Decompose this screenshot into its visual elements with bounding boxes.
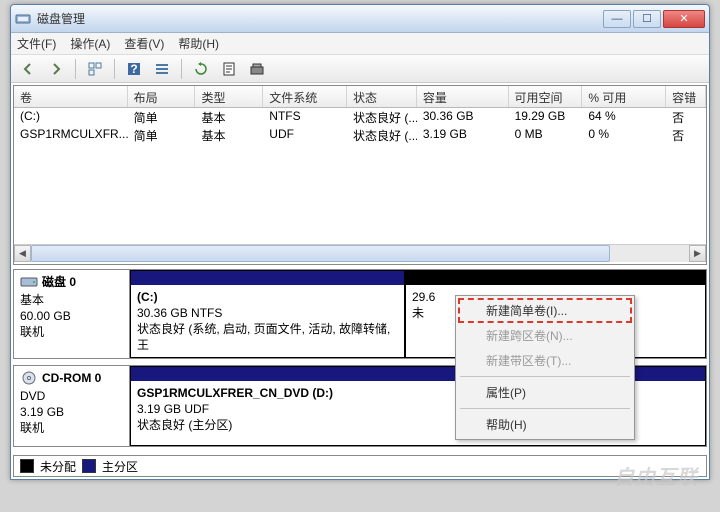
cell-layout: 简单	[128, 126, 196, 144]
cell-fs: UDF	[263, 126, 347, 144]
cell-fault: 否	[666, 126, 706, 144]
cell-capacity: 3.19 GB	[417, 126, 509, 144]
volume-table: 卷 布局 类型 文件系统 状态 容量 可用空间 % 可用 容错 (C:) 简单 …	[13, 85, 707, 265]
menu-new-spanned-volume[interactable]: 新建跨区卷(N)...	[458, 323, 632, 348]
volume-block-c[interactable]: (C:) 30.36 GB NTFS 状态良好 (系统, 启动, 页面文件, 活…	[130, 270, 405, 358]
col-pct[interactable]: % 可用	[582, 86, 666, 107]
app-icon	[15, 11, 31, 27]
view-list-button[interactable]	[151, 58, 173, 80]
volume-name: (C:)	[137, 289, 398, 305]
menu-new-simple-volume[interactable]: 新建简单卷(I)...	[458, 298, 632, 323]
col-status[interactable]: 状态	[347, 86, 417, 107]
refresh-button[interactable]	[190, 58, 212, 80]
forward-button[interactable]	[45, 58, 67, 80]
cell-fault: 否	[666, 108, 706, 126]
menubar: 文件(F) 操作(A) 查看(V) 帮助(H)	[11, 33, 709, 55]
menu-separator	[460, 376, 630, 377]
toolbar-separator	[181, 59, 182, 79]
cell-free: 0 MB	[509, 126, 583, 144]
col-layout[interactable]: 布局	[128, 86, 196, 107]
window-buttons: — ☐ ✕	[603, 10, 705, 28]
disk-label[interactable]: 磁盘 0 基本 60.00 GB 联机	[14, 270, 130, 358]
cell-status: 状态良好 (...	[347, 126, 417, 144]
scroll-right-button[interactable]: ▶	[689, 245, 706, 262]
maximize-button[interactable]: ☐	[633, 10, 661, 28]
disk-label[interactable]: CD-ROM 0 DVD 3.19 GB 联机	[14, 366, 130, 446]
toolbar-separator	[114, 59, 115, 79]
properties-button[interactable]	[218, 58, 240, 80]
volume-size: 30.36 GB NTFS	[137, 305, 398, 321]
cdrom-icon	[20, 371, 38, 385]
legend: 未分配 主分区	[13, 455, 707, 477]
table-row[interactable]: (C:) 简单 基本 NTFS 状态良好 (... 30.36 GB 19.29…	[14, 108, 706, 126]
disk-title: 磁盘 0	[42, 274, 76, 290]
table-body: (C:) 简单 基本 NTFS 状态良好 (... 30.36 GB 19.29…	[14, 108, 706, 244]
col-fault[interactable]: 容错	[666, 86, 706, 107]
window-title: 磁盘管理	[37, 10, 603, 27]
cell-fs: NTFS	[263, 108, 347, 126]
col-fs[interactable]: 文件系统	[263, 86, 347, 107]
svg-text:?: ?	[130, 62, 137, 76]
menu-help[interactable]: 帮助(H)	[178, 35, 219, 52]
disk-state: 联机	[20, 420, 123, 436]
col-capacity[interactable]: 容量	[417, 86, 509, 107]
scroll-thumb[interactable]	[31, 245, 610, 262]
col-free[interactable]: 可用空间	[509, 86, 583, 107]
close-button[interactable]: ✕	[663, 10, 705, 28]
table-row[interactable]: GSP1RMCULXFR... 简单 基本 UDF 状态良好 (... 3.19…	[14, 126, 706, 144]
disk-type: DVD	[20, 388, 123, 404]
menu-help[interactable]: 帮助(H)	[458, 412, 632, 437]
disk-size: 3.19 GB	[20, 404, 123, 420]
col-type[interactable]: 类型	[195, 86, 263, 107]
col-volume[interactable]: 卷	[14, 86, 128, 107]
disk-icon	[20, 275, 38, 289]
horizontal-scrollbar[interactable]: ◀ ▶	[14, 244, 706, 262]
scroll-left-button[interactable]: ◀	[14, 245, 31, 262]
cell-status: 状态良好 (...	[347, 108, 417, 126]
cell-volume: GSP1RMCULXFR...	[14, 126, 128, 144]
cell-type: 基本	[195, 108, 263, 126]
legend-label-primary: 主分区	[102, 458, 138, 475]
settings-button[interactable]	[246, 58, 268, 80]
cell-layout: 简单	[128, 108, 196, 126]
titlebar: 磁盘管理 — ☐ ✕	[11, 5, 709, 33]
toolbar: ?	[11, 55, 709, 83]
toolbar-separator	[75, 59, 76, 79]
legend-swatch-unallocated	[20, 459, 34, 473]
menu-new-striped-volume[interactable]: 新建带区卷(T)...	[458, 348, 632, 373]
volume-bar	[406, 271, 705, 285]
cell-pct: 64 %	[582, 108, 666, 126]
context-menu: 新建简单卷(I)... 新建跨区卷(N)... 新建带区卷(T)... 属性(P…	[455, 295, 635, 440]
cell-capacity: 30.36 GB	[417, 108, 509, 126]
cell-pct: 0 %	[582, 126, 666, 144]
view-grid-button[interactable]	[84, 58, 106, 80]
disk-state: 联机	[20, 324, 123, 340]
minimize-button[interactable]: —	[603, 10, 631, 28]
disk-title: CD-ROM 0	[42, 370, 101, 386]
legend-swatch-primary	[82, 459, 96, 473]
legend-label-unallocated: 未分配	[40, 458, 76, 475]
volume-status: 状态良好 (系统, 启动, 页面文件, 活动, 故障转储, 王	[137, 321, 398, 353]
help-button[interactable]: ?	[123, 58, 145, 80]
menu-properties[interactable]: 属性(P)	[458, 380, 632, 405]
volume-bar	[131, 271, 404, 285]
cell-free: 19.29 GB	[509, 108, 583, 126]
back-button[interactable]	[17, 58, 39, 80]
menu-action[interactable]: 操作(A)	[70, 35, 110, 52]
cell-volume: (C:)	[14, 108, 128, 126]
cell-type: 基本	[195, 126, 263, 144]
table-header: 卷 布局 类型 文件系统 状态 容量 可用空间 % 可用 容错	[14, 86, 706, 108]
disk-size: 60.00 GB	[20, 308, 123, 324]
menu-separator	[460, 408, 630, 409]
disk-type: 基本	[20, 292, 123, 308]
scroll-track[interactable]	[31, 245, 689, 262]
menu-file[interactable]: 文件(F)	[17, 35, 56, 52]
menu-view[interactable]: 查看(V)	[124, 35, 164, 52]
